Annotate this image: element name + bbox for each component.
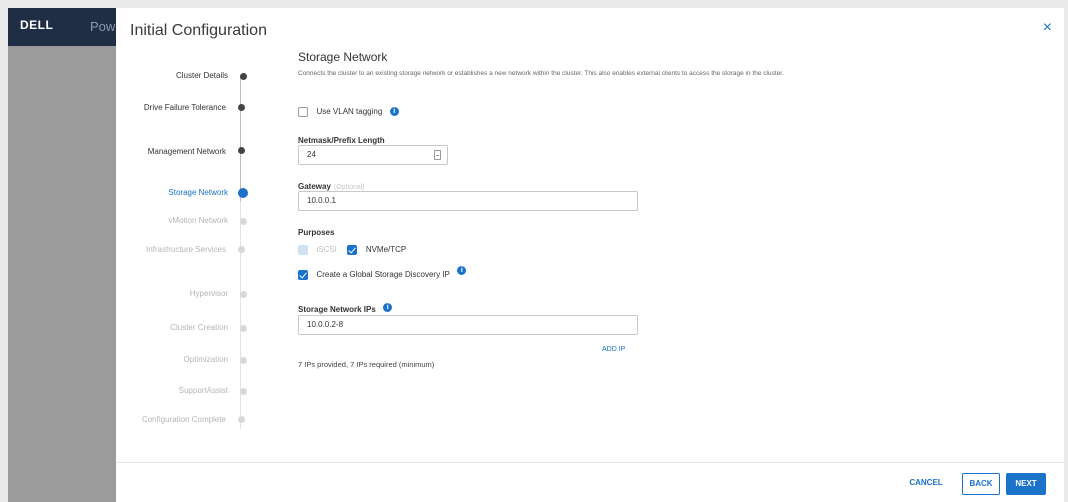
netmask-input[interactable]: 24 [298,145,448,165]
step-optimization[interactable]: Optimization [116,354,247,366]
step-drive-failure-tolerance[interactable]: Drive Failure Tolerance [116,102,226,114]
step-dot-icon [238,188,248,198]
app-name: Pow [90,19,116,34]
storage-ips-input[interactable]: 10.0.0.2-8 [298,315,638,335]
add-ip-row: ADD IP [602,338,625,356]
storage-ips-value: 10.0.0.2-8 [307,320,344,329]
gateway-label-text: Gateway [298,182,331,191]
step-dot-icon [240,388,247,395]
dell-logo: DELL [20,18,54,32]
dialog-title: Initial Configuration [130,22,267,39]
add-ip-link[interactable]: ADD IP [602,346,625,353]
dialog-footer: CANCEL BACK NEXT [116,462,1064,502]
ips-note-row: 7 IPs provided, 7 IPs required (minimum) [298,354,434,372]
purposes-label: Purposes [298,222,334,240]
step-dot-icon [238,246,245,253]
app-window: DELL Pow Initial Configuration × Cluster… [8,8,1064,502]
iscsi-label: iSCSI [316,245,337,255]
step-supportassist[interactable]: SupportAssist [116,385,247,397]
vlan-label: Use VLAN tagging [316,107,383,117]
nvme-tcp-label: NVMe/TCP [365,245,407,255]
step-label: vMotion Network [168,216,228,225]
step-cluster-details[interactable]: Cluster Details [116,70,247,82]
step-label: Cluster Details [175,71,228,80]
ips-note: 7 IPs provided, 7 IPs required (minimum) [298,360,435,369]
cancel-button[interactable]: CANCEL [896,473,956,495]
step-cluster-creation[interactable]: Cluster Creation [116,322,247,334]
purposes-label-text: Purposes [298,228,335,237]
step-label: Optimization [183,355,228,364]
step-label: Hypervisor [189,289,228,298]
vlan-checkbox[interactable] [298,106,308,117]
step-label: Storage Network [168,188,228,197]
step-label: Configuration Complete [141,415,226,424]
stepper-icon[interactable] [434,150,441,160]
step-hypervisor[interactable]: Hypervisor [116,288,247,300]
step-dot-icon [240,357,247,364]
info-icon[interactable]: i [383,303,393,313]
step-storage-network[interactable]: Storage Network [116,187,248,199]
storage-ips-label-text: Storage Network IPs [298,305,376,314]
step-configuration-complete[interactable]: Configuration Complete [116,414,226,426]
global-discovery-label: Create a Global Storage Discovery IP [316,270,450,280]
gateway-value: 10.0.0.1 [307,196,336,205]
nvme-tcp-checkbox[interactable] [347,244,358,255]
gateway-input[interactable]: 10.0.0.1 [298,191,638,211]
step-label: Cluster Creation [170,323,228,332]
vlan-row: Use VLAN tagging i [298,103,399,121]
step-vmotion-network[interactable]: vMotion Network [116,215,247,227]
info-icon[interactable]: i [457,266,467,275]
close-icon[interactable]: × [1043,20,1052,36]
storage-network-form: Storage Network Connects the cluster to … [298,50,1048,369]
netmask-label-text: Netmask/Prefix Length [298,136,385,145]
initial-configuration-dialog: Initial Configuration × Cluster Details … [116,8,1064,502]
global-discovery-checkbox[interactable] [298,269,308,280]
step-infrastructure-services[interactable]: Infrastructure Services [116,244,226,256]
next-button[interactable]: NEXT [1006,473,1046,495]
back-button[interactable]: BACK [962,473,1000,495]
step-dot-icon [238,147,245,154]
step-dot-icon [238,104,245,111]
global-discovery-row: Create a Global Storage Discovery IP i [298,266,467,284]
step-dot-icon [238,416,245,423]
netmask-value: 24 [307,150,316,159]
step-dot-icon [240,325,247,332]
step-dot-icon [240,291,247,298]
step-label: SupportAssist [178,386,228,395]
info-icon[interactable]: i [389,107,399,117]
step-label: Drive Failure Tolerance [143,103,226,112]
step-dot-icon [240,218,247,225]
step-label: Management Network [147,147,226,156]
purposes-row: iSCSI NVMe/TCP [298,241,406,259]
section-title: Storage Network [298,50,388,64]
iscsi-checkbox[interactable] [298,244,308,255]
step-dot-icon [240,73,247,80]
section-description: Connects the cluster to an existing stor… [298,70,784,77]
gateway-optional-text: (Optional) [333,184,365,191]
step-label: Infrastructure Services [145,245,226,254]
step-management-network[interactable]: Management Network [116,146,226,158]
stepper-rail [240,75,241,201]
